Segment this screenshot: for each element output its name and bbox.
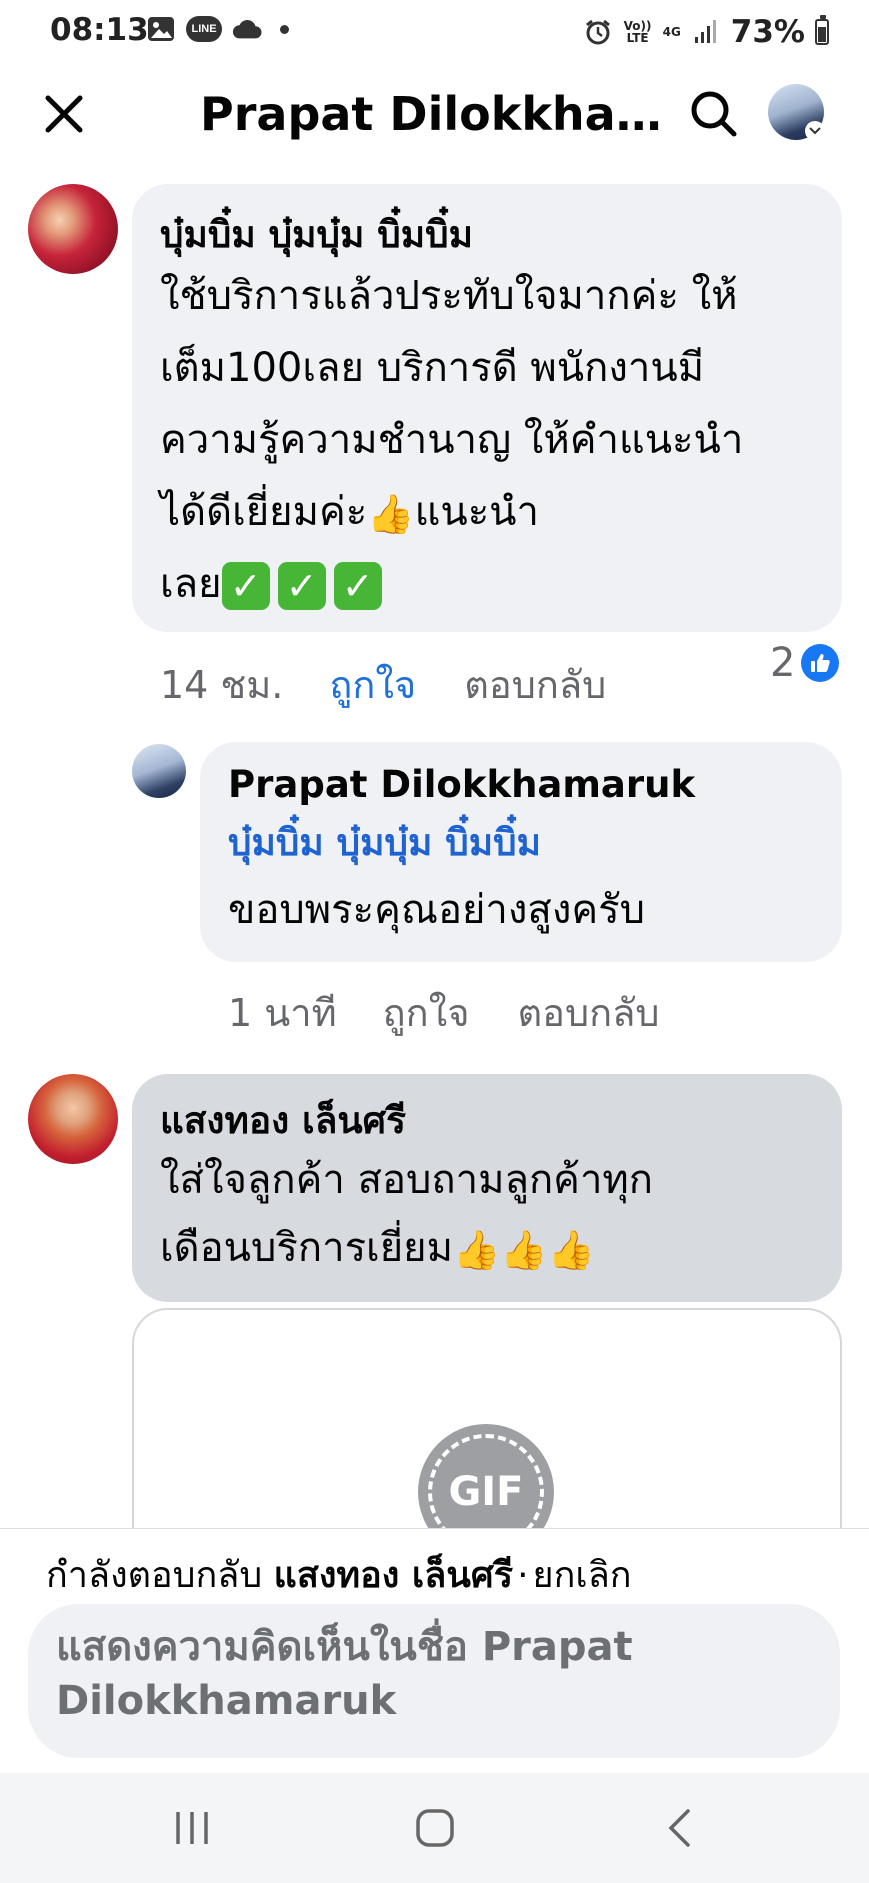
status-time: 08:13 (50, 12, 149, 48)
thumbs-up-emoji-icon: 👍 (500, 1228, 548, 1272)
comment-input[interactable]: แสดงความคิดเห็นในชื่อ Prapat Dilokkhamar… (28, 1604, 840, 1758)
comment-line: ได้ดีเยี่ยมค่ะ👍แนะนำ (160, 476, 814, 548)
search-button[interactable] (686, 86, 742, 142)
battery-icon (815, 15, 829, 45)
like-reaction-icon (801, 644, 840, 682)
comment-author[interactable]: แสงทอง เล็นศรี (160, 1096, 814, 1146)
image-icon (146, 14, 176, 44)
replying-prefix: กำลังตอบกลับ (46, 1555, 263, 1596)
comment-line: ใส่ใจลูกค้า สอบถามลูกค้าทุก (160, 1157, 653, 1203)
search-icon (691, 91, 737, 137)
separator: · (517, 1555, 529, 1596)
like-button[interactable]: ถูกใจ (383, 982, 470, 1043)
check-mark-icon: ✓ (333, 562, 382, 610)
comment-time: 1 นาที (228, 991, 337, 1035)
recents-icon (176, 1812, 208, 1844)
replying-to-banner: กำลังตอบกลับ แสงทอง เล็นศรี · ยกเลิก (46, 1546, 632, 1603)
avatar[interactable] (132, 744, 186, 798)
comment-line-text: เลย (160, 561, 222, 607)
comment-line: ใช้บริการแล้วประทับใจมากค่ะ ให้ (160, 273, 738, 319)
mention-link[interactable]: บุ๋มบิ๋ม บุ๋มบุ๋ม บิ๋มบิ๋ม (228, 810, 814, 876)
comment-text: ใส่ใจลูกค้า สอบถามลูกค้าทุก เดือนบริการเ… (160, 1146, 814, 1282)
close-button[interactable] (36, 86, 92, 142)
comment-bubble-selected[interactable]: แสงทอง เล็นศรี ใส่ใจลูกค้า สอบถามลูกค้าท… (132, 1074, 842, 1302)
back-button[interactable] (624, 1795, 734, 1861)
page-title: Prapat Dilokkhamaruk (200, 87, 670, 141)
like-button[interactable]: ถูกใจ (329, 654, 416, 715)
comment-line-text: แนะนำ (414, 489, 539, 535)
check-mark-icon: ✓ (221, 562, 270, 610)
comment-actions: 14 ชม. ถูกใจ ตอบกลับ (160, 654, 606, 715)
dot-icon (280, 24, 289, 34)
comment-author[interactable]: Prapat Dilokkhamaruk (228, 760, 814, 810)
reaction-count: 2 (770, 640, 796, 686)
avatar[interactable] (28, 1074, 118, 1164)
comment-text: ขอบพระคุณอย่างสูงครับ (228, 887, 645, 933)
thumbs-up-emoji-icon: 👍 (452, 1228, 501, 1272)
check-mark-icon: ✓ (277, 562, 326, 610)
comment-line: เดือนบริการเยี่ยม👍👍👍 (160, 1214, 814, 1282)
avatar[interactable] (28, 184, 118, 274)
reply-bubble[interactable]: Prapat Dilokkhamaruk บุ๋มบิ๋ม บุ๋มบุ๋ม บ… (200, 742, 842, 962)
comment-text: ใช้บริการแล้วประทับใจมากค่ะ ให้ เต็ม100เ… (160, 260, 814, 620)
comment-actions: 1 นาที ถูกใจ ตอบกลับ (228, 982, 660, 1043)
status-icons-right: Vo)) LTE 4G 73% (583, 14, 829, 50)
comment-time: 14 ชม. (160, 663, 284, 707)
cancel-reply-button[interactable]: ยกเลิก (533, 1555, 632, 1596)
comment-author[interactable]: บุ๋มบิ๋ม บุ๋มบุ๋ม บิ๋มบิ๋ม (160, 210, 814, 260)
signal-icon (691, 17, 721, 47)
chevron-down-icon (805, 121, 825, 141)
volte-icon: Vo)) LTE (623, 19, 652, 45)
comment-input-placeholder: แสดงความคิดเห็นในชื่อ Prapat Dilokkhamar… (56, 1624, 633, 1724)
comment-line: เต็ม100เลย บริการดี พนักงานมี (160, 345, 705, 391)
comment-line-text: ได้ดีเยี่ยมค่ะ (160, 489, 368, 535)
status-icons-left: LINE (146, 14, 289, 44)
thumbs-up-emoji-icon: 👍 (367, 492, 415, 536)
line-app-icon: LINE (186, 16, 222, 42)
recents-button[interactable] (137, 1795, 247, 1861)
comment-line: ความรู้ความชำนาญ ให้คำแนะนำ (160, 417, 744, 463)
comment-bubble[interactable]: บุ๋มบิ๋ม บุ๋มบุ๋ม บิ๋มบิ๋ม ใช้บริการแล้ว… (132, 184, 842, 632)
cloud-icon (232, 14, 262, 44)
home-icon (416, 1809, 454, 1847)
reply-button[interactable]: ตอบกลับ (517, 982, 659, 1043)
comment-line: เลย ✓ ✓ ✓ (160, 548, 814, 620)
reaction-summary[interactable]: 2 (770, 640, 840, 686)
close-icon (45, 95, 83, 133)
back-icon (668, 1809, 690, 1847)
reply-button[interactable]: ตอบกลับ (464, 654, 606, 715)
thumbs-up-emoji-icon: 👍 (547, 1228, 595, 1272)
alarm-icon (583, 17, 613, 47)
4g-icon: 4G (662, 25, 681, 39)
comment-line-text: เดือนบริการเยี่ยม (160, 1225, 453, 1271)
home-button[interactable] (380, 1795, 490, 1861)
battery-percent: 73% (730, 14, 805, 50)
replying-to-name: แสงทอง เล็นศรี (273, 1555, 514, 1596)
